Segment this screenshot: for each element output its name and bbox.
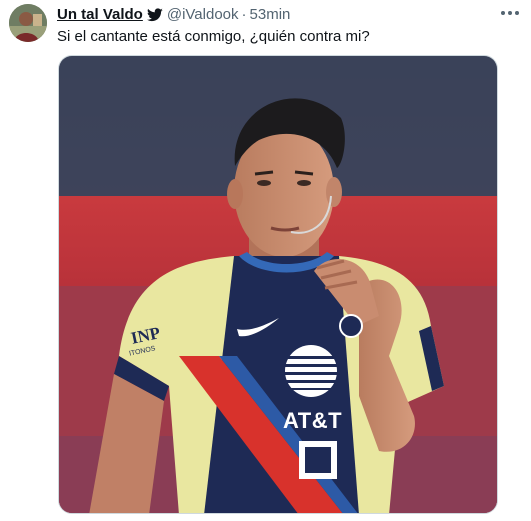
media-photo	[59, 56, 497, 513]
more-options-icon[interactable]	[499, 6, 521, 20]
separator-dot: ·	[241, 6, 247, 23]
att-globe-logo	[285, 345, 337, 397]
twitter-bird-icon	[146, 8, 163, 22]
jersey-sponsor-text: AT&T	[283, 408, 343, 433]
tweet-header: Un tal Valdo @iValdook · 53min	[57, 6, 290, 24]
club-crest-icon	[339, 314, 363, 338]
tweet-media[interactable]: AT&T INP ITONOS	[58, 55, 498, 514]
tweet-text: Si el cantante está conmigo, ¿quién cont…	[57, 28, 370, 45]
user-avatar[interactable]	[9, 4, 47, 42]
user-handle[interactable]: @iValdook	[167, 6, 239, 24]
display-name[interactable]: Un tal Valdo	[57, 6, 143, 24]
timestamp[interactable]: 53min	[250, 6, 291, 24]
tweet-card[interactable]: Un tal Valdo @iValdook · 53min Si el can…	[0, 0, 531, 521]
avatar-image	[9, 4, 47, 42]
